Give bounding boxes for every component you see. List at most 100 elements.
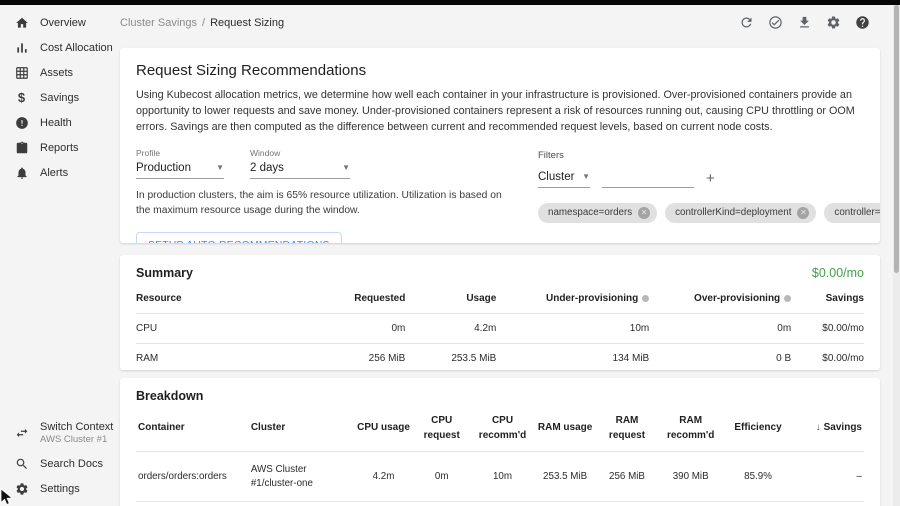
profile-field: Profile Production ▼ xyxy=(136,148,224,179)
request-sizing-card: Request Sizing Recommendations Using Kub… xyxy=(120,48,880,243)
sidebar-item-search-docs[interactable]: Search Docs xyxy=(0,451,112,476)
info-icon[interactable] xyxy=(642,295,649,302)
window-select[interactable]: 2 days ▼ xyxy=(250,161,350,179)
cell-savings: – xyxy=(793,452,864,502)
summary-title: Summary xyxy=(136,266,193,280)
dollar-icon: $ xyxy=(14,90,29,105)
home-icon xyxy=(14,15,29,30)
cell-under: 134 MiB xyxy=(496,344,649,371)
col-savings-sorted[interactable]: ↓Savings xyxy=(793,409,864,452)
breakdown-title: Breakdown xyxy=(136,389,203,403)
gear-icon xyxy=(14,481,29,496)
cell-ram-recommended: 390 MiB xyxy=(658,452,724,502)
col-cpu-usage[interactable]: CPU usage xyxy=(354,409,412,452)
profile-select-value: Production xyxy=(136,162,191,174)
window-field: Window 2 days ▼ xyxy=(250,148,350,179)
sidebar-item-label: Reports xyxy=(40,142,79,154)
top-black-strip xyxy=(0,0,900,5)
help-icon[interactable] xyxy=(855,15,870,30)
col-ram-usage[interactable]: RAM usage xyxy=(534,409,596,452)
window-label: Window xyxy=(250,148,350,158)
col-ram-recommended[interactable]: RAM recomm'd xyxy=(658,409,724,452)
col-cpu-recommended[interactable]: CPU recomm'd xyxy=(471,409,534,452)
cell-over: 0m xyxy=(649,314,791,344)
current-context-label: AWS Cluster #1 xyxy=(40,434,113,445)
filter-field-select[interactable]: Cluster ▼ xyxy=(538,170,590,188)
sidebar-item-health[interactable]: Health xyxy=(0,110,112,135)
cell-cluster: AWS Cluster #1/cluster-one xyxy=(249,452,355,502)
cell-usage: 4.2m xyxy=(405,314,496,344)
cell-ram-usage: 253.5 MiB xyxy=(534,452,596,502)
search-icon xyxy=(14,456,29,471)
cell-efficiency: 85.9% xyxy=(723,452,792,502)
cell-cpu-recommended: 10m xyxy=(471,452,534,502)
profile-select[interactable]: Production ▼ xyxy=(136,161,224,179)
remove-chip-icon[interactable]: ✕ xyxy=(797,207,809,219)
sidebar-item-label: Savings xyxy=(40,92,79,104)
bar-chart-icon xyxy=(14,40,29,55)
sidebar-item-savings[interactable]: $ Savings xyxy=(0,85,112,110)
col-efficiency[interactable]: Efficiency xyxy=(723,409,792,452)
filter-value-input[interactable] xyxy=(602,171,694,188)
add-filter-button[interactable]: + xyxy=(706,171,715,188)
cell-under: 10m xyxy=(496,314,649,344)
settings-gear-icon[interactable] xyxy=(826,15,841,30)
breadcrumb-separator: / xyxy=(202,17,205,29)
sidebar-item-cost-allocation[interactable]: Cost Allocation xyxy=(0,35,112,60)
filter-chip: namespace=orders ✕ xyxy=(538,203,657,223)
cell-requested: 256 MiB xyxy=(256,344,405,371)
col-under-provisioning: Under-provisioning xyxy=(496,286,649,314)
col-over-provisioning: Over-provisioning xyxy=(649,286,791,314)
scrollbar-track[interactable] xyxy=(893,5,900,506)
sidebar-item-label: Overview xyxy=(40,17,86,29)
mouse-cursor xyxy=(0,488,14,506)
sidebar-item-switch-context[interactable]: Switch Context AWS Cluster #1 xyxy=(0,415,112,451)
topbar-actions xyxy=(739,15,870,30)
col-savings: Savings xyxy=(791,286,864,314)
download-icon[interactable] xyxy=(797,15,812,30)
col-cluster[interactable]: Cluster xyxy=(249,409,355,452)
col-container[interactable]: Container xyxy=(136,409,249,452)
sidebar-item-overview[interactable]: Overview xyxy=(0,10,112,35)
col-cpu-request[interactable]: CPU request xyxy=(413,409,471,452)
col-ram-request[interactable]: RAM request xyxy=(596,409,658,452)
cell-resource: CPU xyxy=(136,314,256,344)
cell-over: 0 B xyxy=(649,344,791,371)
cell-requested: 0m xyxy=(256,314,405,344)
sidebar-item-label: Health xyxy=(40,117,72,129)
info-icon[interactable] xyxy=(784,295,791,302)
check-circle-icon[interactable] xyxy=(768,15,783,30)
setup-auto-recommendations-button[interactable]: SETUP AUTO RECOMMENDATIONS xyxy=(136,232,342,243)
table-row[interactable]: orders/orders:orders AWS Cluster #1/clus… xyxy=(136,452,864,502)
cell-savings: $0.00/mo xyxy=(791,344,864,371)
sort-desc-icon: ↓ xyxy=(816,422,821,433)
scrollbar-thumb[interactable] xyxy=(894,5,899,273)
filters-label: Filters xyxy=(538,150,880,161)
total-savings-value: $0.00/mo xyxy=(812,266,864,280)
sidebar-item-assets[interactable]: Assets xyxy=(0,60,112,85)
filter-chip-label: namespace=orders xyxy=(548,207,632,218)
table-row[interactable]: CPU 0m 4.2m 10m 0m $0.00/mo xyxy=(136,314,864,344)
chevron-down-icon: ▼ xyxy=(216,163,224,172)
chevron-down-icon: ▼ xyxy=(582,172,590,181)
table-row[interactable]: RAM 256 MiB 253.5 MiB 134 MiB 0 B $0.00/… xyxy=(136,344,864,371)
window-select-value: 2 days xyxy=(250,162,284,174)
sidebar-item-label: Settings xyxy=(40,483,80,495)
remove-chip-icon[interactable]: ✕ xyxy=(638,207,650,219)
cell-resource: RAM xyxy=(136,344,256,371)
cell-container: orders/orders:orders xyxy=(136,452,249,502)
sidebar-item-label: Assets xyxy=(40,67,73,79)
sidebar-item-reports[interactable]: Reports xyxy=(0,135,112,160)
refresh-icon[interactable] xyxy=(739,15,754,30)
page-title: Request Sizing Recommendations xyxy=(136,62,864,79)
col-requested: Requested xyxy=(256,286,405,314)
sidebar: Overview Cost Allocation Assets $ Saving… xyxy=(0,5,112,506)
sidebar-item-alerts[interactable]: Alerts xyxy=(0,160,112,185)
breadcrumb-section[interactable]: Cluster Savings xyxy=(120,17,197,29)
sidebar-item-settings[interactable]: Settings xyxy=(0,476,112,501)
cell-cpu-usage: 4.2m xyxy=(354,452,412,502)
health-icon xyxy=(14,115,29,130)
col-resource: Resource xyxy=(136,286,256,314)
breadcrumb-current-page: Request Sizing xyxy=(210,17,284,29)
breadcrumb: Cluster Savings / Request Sizing xyxy=(120,17,284,29)
